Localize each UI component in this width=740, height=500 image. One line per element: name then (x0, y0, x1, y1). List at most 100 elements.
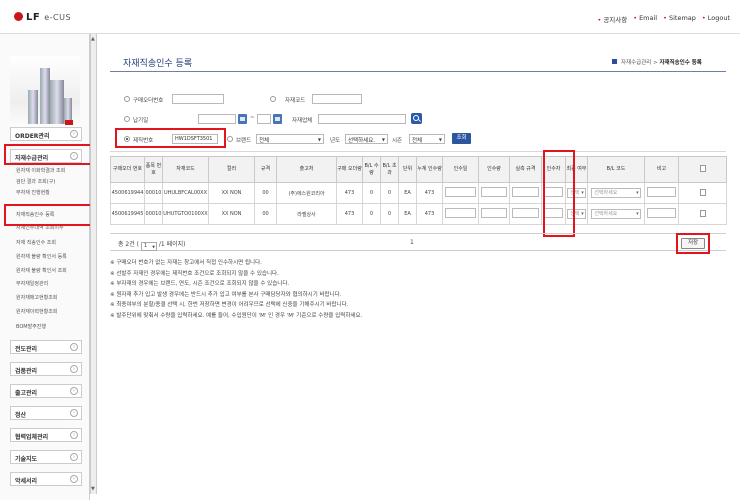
row-checkbox[interactable] (699, 188, 706, 196)
date-from-input[interactable] (198, 114, 236, 124)
header-checkbox[interactable] (699, 164, 706, 172)
cell-item: 00010 (144, 203, 163, 225)
sidebar: ORDER관리 › 자재수급관리 › 원자재 이화학결과 조회 검단 결과 조회(구… (0, 34, 90, 500)
link-sitemap[interactable]: Sitemap (663, 14, 696, 24)
radio-delivery-date[interactable] (124, 116, 130, 122)
note-item: ※ 발주단위에 맞춰서 수량을 입력하세요. 예를 들어, 수입원단이 'M' … (110, 312, 363, 319)
sidebar-item-raw-history[interactable]: 원자재이력현황조회 (16, 308, 57, 315)
building-shape (50, 80, 64, 124)
brand-label: 브랜드 (236, 138, 252, 144)
measured-spec-input[interactable] (512, 187, 539, 197)
menu-order[interactable]: ORDER관리 › (10, 127, 82, 141)
cell-bl-qty: 0 (362, 203, 381, 225)
pager-summary: 총 2건 ( 1 /1 페이지) (118, 239, 186, 251)
receipt-date-input[interactable] (445, 187, 476, 197)
note-item: ※ 원자재 추가 입고 발생 경우에는 반드시 추가 입고 여부를 본사 구매담… (110, 291, 342, 298)
sidebar-item-raw-stock[interactable]: 원자재매고현황조회 (16, 294, 57, 301)
measured-spec-input[interactable] (512, 208, 539, 218)
breadcrumb-icon (612, 59, 617, 64)
sidebar-item-defect-view[interactable]: 원자재 불량 확인서 조회 (16, 267, 67, 274)
calendar-icon[interactable] (273, 114, 282, 124)
receipt-qty-input[interactable] (481, 208, 507, 218)
cell-measured (509, 203, 542, 225)
cell-bl-over: 0 (380, 203, 399, 225)
delivery-date-label: 납기일 (133, 118, 149, 124)
chevron-right-icon: › (70, 365, 78, 373)
sidebar-item-sub-schedule[interactable]: 부자재일정관리 (16, 280, 48, 287)
cell-item: 00010 (144, 182, 163, 204)
vendor-input[interactable] (318, 114, 406, 124)
cell-unit: EA (398, 182, 417, 204)
sidebar-scrollbar[interactable]: ▲ ▼ (90, 34, 97, 494)
cell-remark (644, 182, 679, 204)
building-shape (40, 68, 50, 124)
row-checkbox[interactable] (699, 209, 706, 217)
page-number[interactable]: 1 (410, 239, 414, 246)
page-title: 자재직송인수 등록 (123, 59, 193, 69)
cell-receipt-date (442, 203, 479, 225)
col-remark: 비고 (644, 156, 679, 183)
sidebar-item-defect-reg[interactable]: 원자재 불량 확인서 등록 (16, 253, 67, 260)
bl-code-select[interactable]: 선택하세요 (591, 209, 641, 219)
material-code-input[interactable] (312, 94, 362, 104)
cell-check (678, 203, 727, 225)
radio-brand[interactable] (227, 136, 233, 142)
sidebar-item-direct-receipt-view[interactable]: 자재 직송인수 조회 (16, 239, 56, 246)
sidebar-item-inspect-old[interactable]: 검단 결과 조회(구) (16, 178, 55, 185)
radio-po[interactable] (124, 96, 130, 102)
link-email[interactable]: Email (633, 14, 657, 24)
radio-material-code[interactable] (270, 96, 276, 102)
scroll-up-icon[interactable]: ▲ (91, 36, 96, 42)
menu-shipping[interactable]: 출고관리 › (10, 384, 82, 398)
col-spec: 규격 (254, 156, 277, 183)
note-item: ※ 부자재의 경우에는 브랜드, 연도, 시즌 조건으로 조회되지 않을 수 있… (110, 281, 290, 287)
remark-input[interactable] (647, 187, 676, 197)
query-button[interactable]: 조회 (452, 133, 471, 144)
receipt-date-input[interactable] (445, 208, 476, 218)
calendar-icon[interactable] (238, 114, 247, 124)
chevron-right-icon: › (70, 409, 78, 417)
sidebar-item-raw-chem[interactable]: 원자재 이화학결과 조회 (16, 167, 65, 174)
cell-receipt-date (442, 182, 479, 204)
search-icon[interactable] (411, 113, 422, 124)
logo[interactable]: LF e-CUS (14, 12, 71, 23)
receipt-qty-input[interactable] (481, 187, 507, 197)
menu-partner[interactable]: 협력업체관리 › (10, 428, 82, 442)
season-select[interactable]: 전체 (409, 134, 445, 144)
scroll-down-icon[interactable]: ▼ (91, 486, 96, 492)
year-label: 년도 (330, 138, 341, 144)
note-item: ※ 최종여부의 분할/종결 선택 시, 한번 저장하면 변경이 어려우므로 선택… (110, 302, 349, 308)
brand-select[interactable]: 전체 (256, 134, 324, 144)
cell-color: XX NON (208, 203, 255, 225)
menu-inspection[interactable]: 검품관리 › (10, 362, 82, 376)
menu-tech-guide[interactable]: 기술지도 › (10, 450, 82, 464)
breadcrumb: 자재수급관리 > 자재직송인수 등록 (612, 58, 702, 66)
logo-sub: e-CUS (44, 13, 72, 22)
highlight-box (676, 233, 710, 254)
cell-vendor: 라벨상사 (276, 203, 337, 225)
link-notice[interactable]: 공지사항 (597, 14, 627, 24)
chevron-right-icon: › (70, 387, 78, 395)
vendor-label: 자재업체 (292, 118, 313, 124)
remark-input[interactable] (647, 208, 676, 218)
link-logout[interactable]: Logout (702, 14, 730, 24)
sidebar-item-bom-order[interactable]: BOM발주진행 (16, 323, 46, 330)
year-select[interactable]: 선택하세요. (345, 134, 388, 144)
page-select[interactable]: 1 (140, 242, 157, 251)
highlight-box (4, 204, 96, 226)
bl-code-select[interactable]: 선택하세요 (591, 188, 641, 198)
date-to-input[interactable] (257, 114, 271, 124)
menu-dispatch[interactable]: 전도관리 › (10, 340, 82, 354)
table-header-row: 구매오더 번호 품목 번호 자재코드 컬러 규격 출고처 구매 오더량 B/L … (110, 156, 727, 183)
col-material-code: 자재코드 (162, 156, 209, 183)
logo-mark-icon (14, 12, 23, 21)
note-item: ※ 선발주 자재인 경우에는 제직번호 조건으로 조회되지 않을 수 있습니다. (110, 270, 279, 277)
po-input[interactable] (172, 94, 224, 104)
menu-accessory[interactable]: 악세서리 › (10, 472, 82, 486)
cell-receipt-qty (478, 203, 510, 225)
note-item: ※ 구매오더 번호가 없는 자재는 창고에서 직접 인수하시면 됩니다. (110, 260, 262, 266)
menu-settlement[interactable]: 정산 › (10, 406, 82, 420)
date-separator: ~ (250, 115, 255, 121)
sidebar-item-sub-progress[interactable]: 부자재 진행현황 (16, 189, 50, 196)
col-item-no: 품목 번호 (144, 156, 163, 183)
